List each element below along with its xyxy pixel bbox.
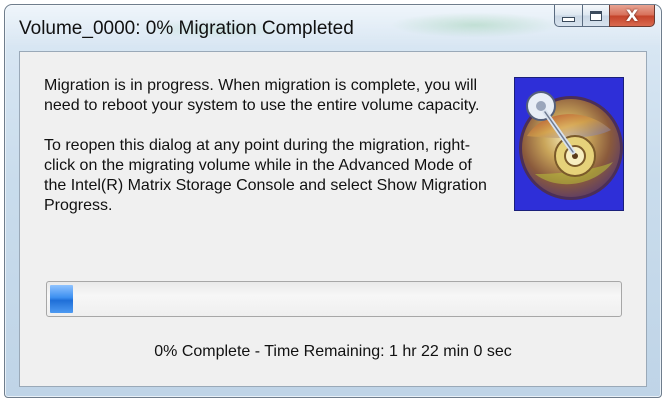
migration-progress-bar <box>46 281 622 317</box>
progress-bar-fill <box>50 285 73 313</box>
minimize-button[interactable] <box>554 5 582 27</box>
message-text: Migration is in progress. When migration… <box>44 76 494 216</box>
message-paragraph-2: To reopen this dialog at any point durin… <box>44 137 487 214</box>
maximize-button[interactable] <box>582 5 609 27</box>
hard-disk-icon <box>515 78 623 210</box>
dialog-content: Migration is in progress. When migration… <box>19 51 647 387</box>
maximize-icon <box>590 10 602 21</box>
message-paragraph-1: Migration is in progress. When migration… <box>44 77 480 114</box>
close-icon: X <box>625 5 639 25</box>
progress-status-text: 0% Complete - Time Remaining: 1 hr 22 mi… <box>154 343 512 360</box>
migration-dialog-window: Volume_0000: 0% Migration Completed X Mi… <box>4 4 662 398</box>
caption-buttons: X <box>554 5 655 27</box>
minimize-icon <box>562 16 575 22</box>
hard-disk-illustration <box>514 77 624 211</box>
title-bar[interactable]: Volume_0000: 0% Migration Completed X <box>5 5 661 45</box>
close-button[interactable]: X <box>609 5 655 27</box>
window-title: Volume_0000: 0% Migration Completed <box>19 18 354 39</box>
